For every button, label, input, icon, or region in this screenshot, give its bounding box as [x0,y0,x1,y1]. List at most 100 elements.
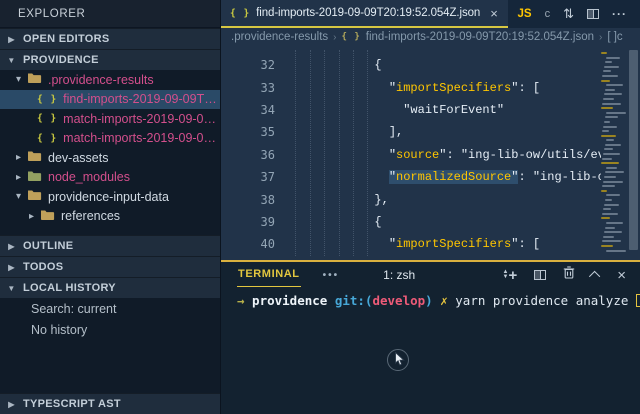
split-editor-icon[interactable] [587,9,599,19]
minimap-line [605,61,612,63]
tree-item-find-imports-2019-09-09t20[interactable]: { }find-imports-2019-09-09T20... [0,90,220,110]
explorer-sidebar: EXPLORER ▶OPEN EDITORS▼PROVIDENCE ▾ .provi… [0,0,221,414]
c-language-icon[interactable]: c [545,8,551,20]
section-label: OUTLINE [23,240,73,252]
code-text: ], [288,125,403,139]
minimap-line [603,208,611,210]
tree-item-match-imports-2019-09-09t[interactable]: { }match-imports-2019-09-09T... [0,109,220,129]
minimap-line [601,135,616,137]
minimap-line [604,121,610,123]
prompt-segment: providence [245,293,335,308]
panel-more-icon[interactable]: ••• [323,270,340,281]
tab-terminal[interactable]: TERMINAL [237,263,301,287]
tree-item-references[interactable]: ▸ references [0,207,220,227]
section-local-history[interactable]: ▼LOCAL HISTORY [0,277,220,298]
section-open-editors[interactable]: ▶OPEN EDITORS [0,28,220,49]
json-file-icon: { } [37,133,57,144]
tab-title: find-imports-2019-09-09T20:19:52.054Z.js… [256,7,480,19]
editor-scrollbar[interactable] [629,50,638,250]
minimap-line [605,227,615,229]
breadcrumb-item[interactable]: [ ]c [607,31,622,43]
code-editor[interactable]: 32 {33 "importSpecifiers": [34 "waitForE… [221,46,640,260]
chevron-down-icon: ▾ [14,74,23,85]
terminal-output[interactable]: → providence git:(develop) ✗ yarn provid… [221,288,640,308]
tree-item-providence-input-data[interactable]: ▾providence-input-data [0,187,220,207]
chevron-right-icon: ▶ [7,400,16,409]
minimap-line [606,84,623,86]
chevron-down-icon: ▾ [14,191,23,202]
section-label: LOCAL HISTORY [23,282,116,294]
line-number: 40 [221,237,275,251]
breadcrumb: .providence-results›{ }find-imports-2019… [221,28,640,46]
minimap[interactable] [601,48,627,258]
code-text: "source": "ing-lib-ow/utils/eve [288,148,612,162]
tree-item-label: references [61,209,120,223]
breadcrumb-item[interactable]: find-imports-2019-09-09T20:19:52.054Z.js… [366,31,594,43]
code-line[interactable]: 34 "waitForEvent" [221,99,640,121]
code-text: "importSpecifiers": [ [288,237,540,251]
minimap-line [603,181,623,183]
code-line[interactable]: 37 "normalizedSource": "ing-lib-ow [221,166,640,188]
code-line[interactable]: 38 }, [221,188,640,210]
tree-item-node-modules[interactable]: ▸node_modules [0,168,220,188]
code-line[interactable]: 32 { [221,54,640,76]
sidebar-title: EXPLORER [0,0,220,28]
code-line[interactable]: 35 ], [221,121,640,143]
compare-changes-icon[interactable]: ⇅ [563,6,574,22]
tree-item-dev-assets[interactable]: ▸ dev-assets [0,148,220,168]
breadcrumb-separator-icon: › [599,32,602,43]
code-line[interactable]: 39 { [221,211,640,233]
minimap-line [604,204,619,206]
tree-item-label: match-imports-2019-09-09T... [63,131,220,145]
code-text: { [288,58,382,72]
vscode-window: EXPLORER ▶OPEN EDITORS▼PROVIDENCE ▾ .provi… [0,0,640,414]
section-outline[interactable]: ▶OUTLINE [0,235,220,256]
chevron-right-icon: ▸ [14,152,23,163]
code-text: "waitForEvent" [288,103,504,117]
more-actions-icon[interactable]: ··· [612,7,627,21]
code-line[interactable]: 36 "source": "ing-lib-ow/utils/eve [221,144,640,166]
section-typescript-ast[interactable]: ▶TYPESCRIPT AST [0,393,220,414]
close-panel-icon[interactable]: × [617,268,626,283]
maximize-panel-icon[interactable] [589,271,600,282]
terminal-cursor [636,294,640,307]
breadcrumb-item[interactable]: .providence-results [231,31,328,43]
minimap-line [601,80,610,82]
minimap-line [601,162,619,164]
code-line[interactable]: 40 "importSpecifiers": [ [221,233,640,255]
minimap-line [605,171,624,173]
json-file-icon: { } [37,94,57,105]
prompt-segment: ✗ [433,293,456,308]
tab-find-imports-json[interactable]: { } find-imports-2019-09-09T20:19:52.054… [221,0,508,28]
sidebar-spacer [0,226,220,235]
tree-item-match-imports-2019-09-09t[interactable]: { } match-imports-2019-09-09T... [0,129,220,149]
prompt-segment: → [237,293,245,308]
tab-close-icon[interactable]: × [490,6,498,21]
tab-bar: { } find-imports-2019-09-09T20:19:52.054… [221,0,640,28]
minimap-line [606,112,626,114]
section-providence[interactable]: ▼PROVIDENCE [0,49,220,70]
new-terminal-icon[interactable]: + [508,268,517,283]
minimap-line [606,57,620,59]
editor-actions: JS c ⇅ ··· [518,0,640,28]
minimap-line [602,240,621,242]
minimap-line [601,52,607,54]
folder-icon [27,150,42,165]
shell-select[interactable]: 1: zsh ▲▼ [383,268,508,282]
chevron-right-icon: ▸ [27,211,36,222]
split-terminal-icon[interactable] [534,270,546,280]
minimap-line [601,190,607,192]
code-line[interactable]: 33 "importSpecifiers": [ [221,76,640,98]
kill-terminal-icon[interactable] [563,266,575,284]
tree-item-label: dev-assets [48,151,108,165]
code-text: "importSpecifiers": [ [288,81,540,95]
section-todos[interactable]: ▶TODOS [0,256,220,277]
history-item-no-history: No history [0,319,220,340]
tree-item-label: .providence-results [48,73,154,87]
js-language-icon[interactable]: JS [518,8,532,20]
folder-icon [27,72,42,87]
tree-item-providence-results[interactable]: ▾ .providence-results [0,70,220,90]
minimap-line [604,93,622,95]
minimap-line [606,250,626,252]
minimap-line [606,222,623,224]
